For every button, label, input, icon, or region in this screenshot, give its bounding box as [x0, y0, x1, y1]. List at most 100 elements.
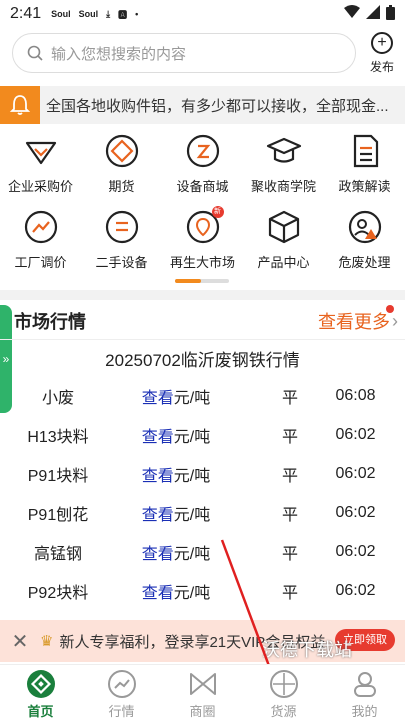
- status-time: 2:41: [10, 5, 42, 22]
- view-price-link[interactable]: 查看: [142, 585, 174, 602]
- nav-item-supply[interactable]: 货源: [243, 665, 324, 720]
- price-cell: 查看元/吨: [116, 501, 236, 525]
- search-input[interactable]: 输入您想搜索的内容: [12, 33, 356, 73]
- grid-label: 工厂调价: [14, 255, 67, 270]
- grid-item-equipment-mall[interactable]: 设备商城: [162, 132, 243, 198]
- nav-label: 我的: [351, 704, 378, 719]
- unit: 元/吨: [173, 584, 211, 602]
- grid-item-factory-price[interactable]: 工厂调价: [0, 208, 81, 274]
- home-icon: [26, 669, 56, 699]
- academy-icon: [265, 132, 303, 170]
- business-circle-icon: [188, 669, 218, 699]
- search-icon: [27, 45, 43, 61]
- grid-item-secondhand[interactable]: 二手设备: [81, 208, 162, 274]
- market-table: 小废 查看元/吨 平 06:08 H13块料 查看元/吨 平 06:02 P91…: [0, 376, 405, 610]
- trend: 平: [281, 389, 298, 407]
- policy-icon: [346, 132, 384, 170]
- grid-label: 聚收商学院: [250, 179, 316, 194]
- grid-label: 危废处理: [338, 255, 391, 270]
- unit: 元/吨: [173, 428, 211, 446]
- section-divider: [0, 290, 405, 300]
- font-icon: 🅰: [118, 9, 128, 20]
- bottom-nav: 首页 行情 商圈 货源 我的: [0, 664, 405, 720]
- battery-icon: [386, 4, 395, 24]
- notification-dot: [386, 305, 394, 313]
- grid-label: 政策解读: [338, 179, 391, 194]
- grid-item-policy[interactable]: 政策解读: [324, 132, 405, 198]
- table-row[interactable]: 小废 查看元/吨 平 06:08: [0, 376, 405, 415]
- nav-label: 首页: [27, 704, 54, 719]
- trend: 平: [281, 506, 298, 524]
- nav-item-profile[interactable]: 我的: [324, 665, 405, 720]
- nav-item-market[interactable]: 行情: [81, 665, 162, 720]
- trend: 平: [281, 584, 298, 602]
- close-icon[interactable]: ✕: [0, 629, 40, 654]
- chart-icon: [107, 669, 137, 699]
- notice-text: 全国各地收购件铝，有多少都可以接收，全部现金...: [46, 97, 389, 115]
- grid-item-hazard-waste[interactable]: 危废处理: [324, 208, 405, 274]
- market-title: 市场行情: [14, 312, 86, 332]
- report-title: 20250702临沂废钢铁行情: [105, 351, 300, 370]
- trend: 平: [281, 545, 298, 563]
- table-row[interactable]: P91块料 查看元/吨 平 06:02: [0, 454, 405, 493]
- unit: 元/吨: [173, 506, 211, 524]
- new-badge: 新: [211, 206, 224, 218]
- price-cell: 查看元/吨: [116, 579, 236, 603]
- price-cell: 查看元/吨: [116, 462, 236, 486]
- market-divider: [0, 339, 405, 340]
- unit: 元/吨: [173, 389, 211, 407]
- product-center-icon: [265, 208, 303, 246]
- equipment-mall-icon: [184, 132, 222, 170]
- publish-label: 发布: [369, 60, 394, 74]
- nav-label: 商圈: [189, 704, 216, 719]
- grid-item-recycle-market[interactable]: 新 再生大市场: [162, 206, 243, 274]
- table-row[interactable]: 高锰钢 查看元/吨 平 06:02: [0, 532, 405, 571]
- update-time: 06:02: [335, 581, 376, 599]
- grid-item-futures[interactable]: 期货: [81, 132, 162, 198]
- nav-item-home[interactable]: 首页: [0, 665, 81, 720]
- nav-item-business-circle[interactable]: 商圈: [162, 665, 243, 720]
- search-placeholder: 输入您想搜索的内容: [51, 45, 187, 63]
- unit: 元/吨: [173, 467, 211, 485]
- grid-label: 设备商城: [176, 179, 229, 194]
- futures-icon: [103, 132, 141, 170]
- update-time: 06:02: [335, 425, 376, 443]
- nav-label: 货源: [270, 704, 297, 719]
- update-time: 06:02: [335, 464, 376, 482]
- grid-item-enterprise-price[interactable]: 企业采购价: [0, 132, 81, 198]
- publish-button[interactable]: + 发布: [365, 32, 399, 75]
- grid-label: 产品中心: [257, 255, 310, 270]
- enterprise-price-icon: [22, 132, 60, 170]
- view-more-link[interactable]: 查看更多 ›: [318, 305, 398, 334]
- table-row[interactable]: H13块料 查看元/吨 平 06:02: [0, 415, 405, 454]
- price-cell: 查看元/吨: [116, 384, 236, 408]
- soul-notification-icon: Soul: [51, 9, 71, 19]
- soul-notification-icon-2: Soul: [78, 9, 99, 19]
- view-price-link[interactable]: 查看: [142, 546, 174, 563]
- dot-icon: •: [135, 9, 139, 19]
- factory-price-icon: [22, 208, 60, 246]
- item-name: P92块料: [27, 584, 89, 602]
- update-time: 06:02: [335, 542, 376, 560]
- grid-label: 企业采购价: [7, 179, 73, 194]
- view-more-label: 查看更多: [318, 312, 390, 332]
- profile-icon: [350, 669, 380, 699]
- view-price-link[interactable]: 查看: [142, 390, 174, 407]
- view-price-link[interactable]: 查看: [142, 429, 174, 446]
- secondhand-icon: [103, 208, 141, 246]
- watermark: 沃德下载站: [262, 640, 352, 660]
- table-row[interactable]: P92块料 查看元/吨 平 06:02: [0, 571, 405, 610]
- notice-bar[interactable]: 全国各地收购件铝，有多少都可以接收，全部现金...: [0, 86, 405, 124]
- view-price-link[interactable]: 查看: [142, 468, 174, 485]
- chevron-right-icon: ›: [392, 310, 398, 331]
- grid-page-indicator: [175, 279, 229, 283]
- grid-item-academy[interactable]: 聚收商学院: [243, 132, 324, 198]
- grid-item-product-center[interactable]: 产品中心: [243, 208, 324, 274]
- crown-icon: ♛: [40, 633, 54, 650]
- grid-label: 二手设备: [95, 255, 148, 270]
- download-icon: ⤓: [106, 8, 111, 19]
- view-price-link[interactable]: 查看: [142, 507, 174, 524]
- item-name: P91块料: [27, 467, 89, 485]
- table-row[interactable]: P91刨花 查看元/吨 平 06:02: [0, 493, 405, 532]
- item-name: P91刨花: [27, 506, 89, 524]
